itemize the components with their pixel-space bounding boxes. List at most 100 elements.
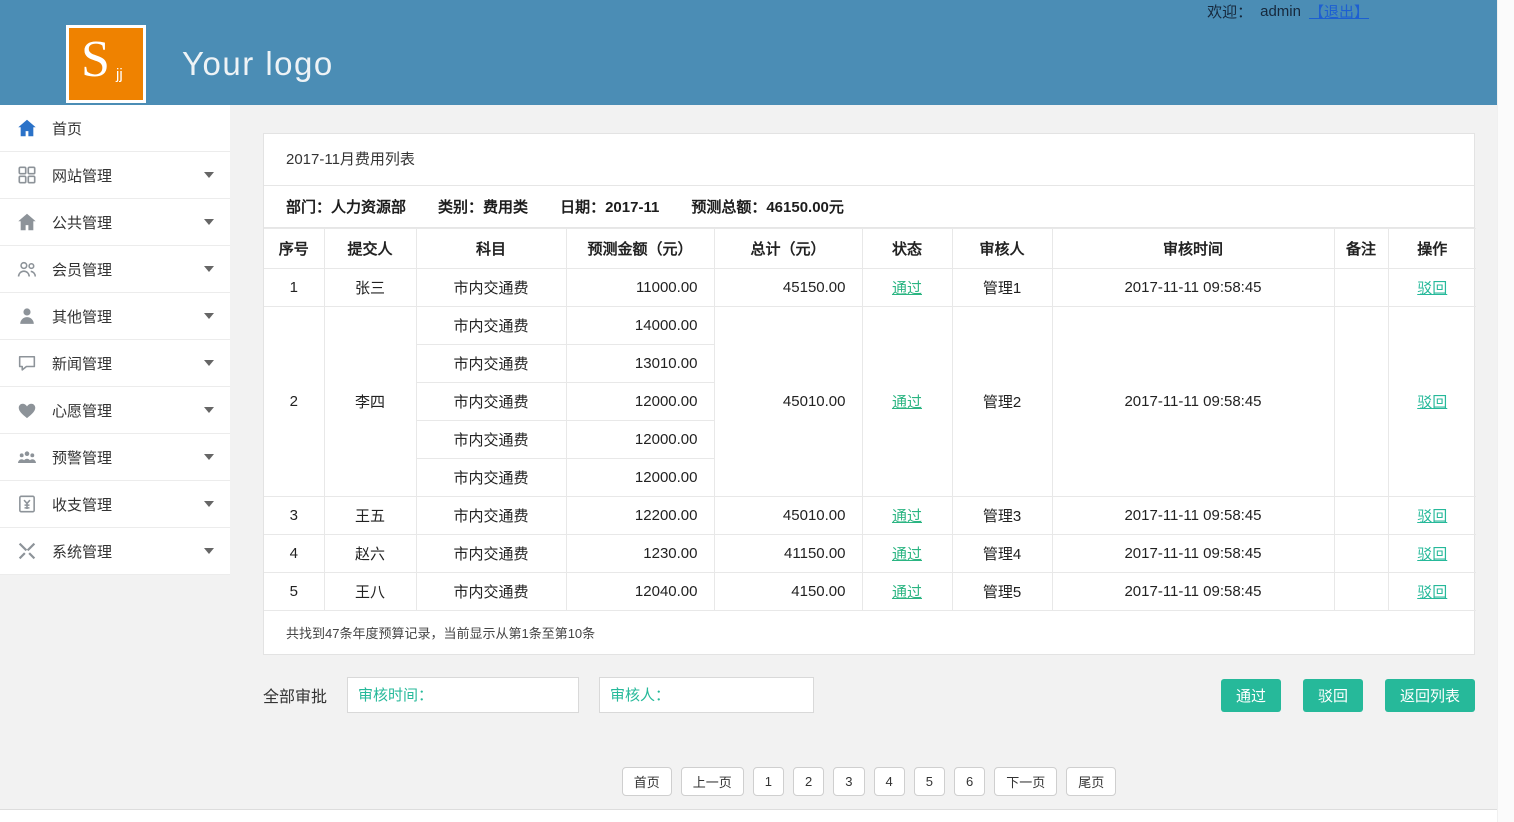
submitter-cell: 张三: [324, 269, 416, 307]
column-header: 状态: [862, 229, 952, 269]
table-row: 5王八市内交通费12040.004150.00通过管理52017-11-11 0…: [264, 573, 1476, 611]
status-link[interactable]: 通过: [892, 546, 922, 563]
logout-link[interactable]: 【退出】: [1309, 1, 1369, 22]
sidebar-item-finance[interactable]: 收支管理: [0, 481, 230, 528]
total-cell: 45010.00: [714, 307, 862, 497]
reject-link[interactable]: 驳回: [1417, 508, 1447, 525]
sidebar-item-home[interactable]: 首页: [0, 105, 230, 152]
column-header: 科目: [416, 229, 566, 269]
sidebar-item-members[interactable]: 会员管理: [0, 246, 230, 293]
filter-label: 部门：: [286, 199, 331, 216]
column-header: 操作: [1388, 229, 1476, 269]
page: 欢迎： admin 【退出】 S jj Your logo 首页网站管理公共管理…: [0, 0, 1514, 822]
auditor-input[interactable]: [599, 677, 814, 713]
filter-value: 人力资源部: [331, 199, 406, 216]
page-button-2[interactable]: 2: [793, 767, 824, 796]
amount-cell: 12040.00: [566, 573, 714, 611]
status-link[interactable]: 通过: [892, 280, 922, 297]
sidebar-item-news[interactable]: 新闻管理: [0, 340, 230, 387]
amount-cell: 11000.00: [566, 269, 714, 307]
page-button-3[interactable]: 3: [833, 767, 864, 796]
sidebar-item-wish[interactable]: 心愿管理: [0, 387, 230, 434]
reject-link[interactable]: 驳回: [1417, 280, 1447, 297]
subject-cell: 市内交通费: [416, 573, 566, 611]
table-head: 序号提交人科目预测金额（元）总计（元）状态审核人审核时间备注操作: [264, 229, 1476, 269]
amount-cell: 12000.00: [566, 383, 714, 421]
sidebar-item-label: 公共管理: [52, 212, 112, 233]
audit-time-cell: 2017-11-11 09:58:45: [1052, 573, 1334, 611]
column-header: 预测金额（元）: [566, 229, 714, 269]
status-cell: 通过: [862, 573, 952, 611]
approve-button[interactable]: 通过: [1221, 679, 1281, 712]
sidebar-item-label: 系统管理: [52, 541, 112, 562]
action-cell: 驳回: [1388, 307, 1476, 497]
remark-cell: [1334, 535, 1388, 573]
filter-department: 部门：人力资源部: [286, 196, 406, 217]
page-button-prev[interactable]: 上一页: [681, 767, 744, 796]
sidebar-item-warning[interactable]: 预警管理: [0, 434, 230, 481]
audit-time-cell: 2017-11-11 09:58:45: [1052, 535, 1334, 573]
auditor-cell: 管理2: [952, 307, 1052, 497]
subject-cell: 市内交通费: [416, 421, 566, 459]
filter-value: 费用类: [483, 199, 528, 216]
submitter-cell: 赵六: [324, 535, 416, 573]
chevron-down-icon: [204, 172, 214, 178]
audit-time-input[interactable]: [347, 677, 579, 713]
audit-time-cell: 2017-11-11 09:58:45: [1052, 307, 1334, 497]
amount-cell: 14000.00: [566, 307, 714, 345]
filter-category: 类别：费用类: [438, 196, 528, 217]
welcome-bar: 欢迎： admin 【退出】: [1207, 1, 1369, 22]
page-button-1[interactable]: 1: [753, 767, 784, 796]
sidebar-item-label: 网站管理: [52, 165, 112, 186]
page-button-next[interactable]: 下一页: [994, 767, 1057, 796]
column-header: 审核人: [952, 229, 1052, 269]
logo-letter: S: [81, 30, 110, 89]
reject-button[interactable]: 驳回: [1303, 679, 1363, 712]
total-cell: 45010.00: [714, 497, 862, 535]
chevron-down-icon: [204, 548, 214, 554]
remark-cell: [1334, 497, 1388, 535]
auditor-cell: 管理4: [952, 535, 1052, 573]
reject-link[interactable]: 驳回: [1417, 584, 1447, 601]
sidebar-item-site[interactable]: 网站管理: [0, 152, 230, 199]
page-button-6[interactable]: 6: [954, 767, 985, 796]
total-cell: 45150.00: [714, 269, 862, 307]
status-link[interactable]: 通过: [892, 508, 922, 525]
expense-table: 序号提交人科目预测金额（元）总计（元）状态审核人审核时间备注操作 1张三市内交通…: [264, 228, 1476, 611]
amount-cell: 13010.00: [566, 345, 714, 383]
column-header: 备注: [1334, 229, 1388, 269]
sidebar-item-public[interactable]: 公共管理: [0, 199, 230, 246]
table-row: 4赵六市内交通费1230.0041150.00通过管理42017-11-11 0…: [264, 535, 1476, 573]
status-cell: 通过: [862, 269, 952, 307]
logo-sub-letters: jj: [116, 66, 123, 83]
submitter-cell: 王八: [324, 573, 416, 611]
page-button-last[interactable]: 尾页: [1066, 767, 1116, 796]
amount-cell: 1230.00: [566, 535, 714, 573]
chevron-down-icon: [204, 407, 214, 413]
scrollbar[interactable]: [1497, 0, 1514, 822]
sidebar-item-other[interactable]: 其他管理: [0, 293, 230, 340]
status-cell: 通过: [862, 307, 952, 497]
members-icon: [16, 258, 38, 280]
chat-icon: [16, 352, 38, 374]
auditor-cell: 管理3: [952, 497, 1052, 535]
reject-link[interactable]: 驳回: [1417, 394, 1447, 411]
status-link[interactable]: 通过: [892, 394, 922, 411]
page-button-first[interactable]: 首页: [622, 767, 672, 796]
page-button-4[interactable]: 4: [874, 767, 905, 796]
table-body: 1张三市内交通费11000.0045150.00通过管理12017-11-11 …: [264, 269, 1476, 611]
heart-icon: [16, 399, 38, 421]
filter-label: 预测总额：: [691, 199, 766, 216]
subject-cell: 市内交通费: [416, 307, 566, 345]
status-link[interactable]: 通过: [892, 584, 922, 601]
username: admin: [1260, 3, 1301, 20]
page-button-5[interactable]: 5: [914, 767, 945, 796]
filter-label: 类别：: [438, 199, 483, 216]
filter-label: 日期：: [560, 199, 605, 216]
sidebar-item-system[interactable]: 系统管理: [0, 528, 230, 575]
action-cell: 驳回: [1388, 573, 1476, 611]
column-header: 总计（元）: [714, 229, 862, 269]
chevron-down-icon: [204, 266, 214, 272]
back-to-list-button[interactable]: 返回列表: [1385, 679, 1475, 712]
reject-link[interactable]: 驳回: [1417, 546, 1447, 563]
